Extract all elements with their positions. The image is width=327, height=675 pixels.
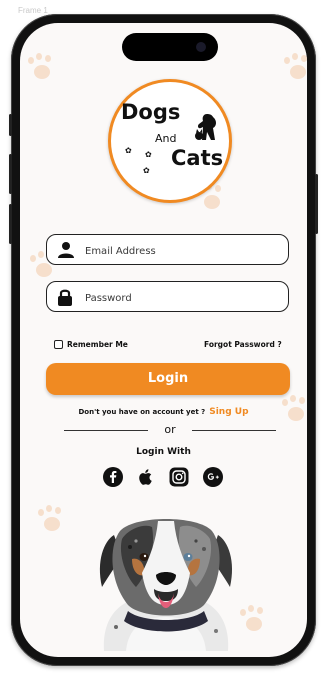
apple-icon[interactable] [136,467,156,487]
email-field[interactable] [46,234,289,265]
remember-me-control[interactable]: Remember Me [54,340,128,349]
side-button [9,154,12,194]
google-plus-icon[interactable] [203,467,223,487]
side-button [9,204,12,244]
remember-me-label: Remember Me [67,340,128,349]
instagram-icon[interactable] [169,467,189,487]
paw-print-icon: ✿ [125,146,132,155]
no-account-text: Don't you have on account yet ? [78,408,206,416]
divider-line [192,430,276,431]
password-field[interactable] [46,281,289,312]
login-with-label: Login With [136,447,191,457]
no-account-row: Don't you have on account yet ? Sing Up [20,407,307,417]
frame-label: Frame 1 [18,6,48,15]
paw-print-icon: ✿ [145,150,152,159]
phone-frame: Dogs And Cats ✿ ✿ ✿ Email Address Rememb… [9,14,318,666]
camera-icon [196,42,206,52]
dog-cat-silhouette-icon [195,114,216,140]
paw-print-icon [282,53,307,83]
logo-cats-text: Cats [171,146,224,170]
person-icon [58,242,74,258]
email-input[interactable] [83,239,282,263]
lock-icon [58,289,72,306]
app-logo: Dogs And Cats ✿ ✿ ✿ [108,79,232,203]
side-button [9,114,12,136]
paw-print-icon [36,505,66,535]
paw-print-icon: ✿ [143,166,150,175]
forgot-password-link[interactable]: Forgot Password ? [204,340,282,349]
paw-print-icon [26,53,56,83]
sign-up-link[interactable]: Sing Up [209,407,248,417]
remember-me-checkbox[interactable] [54,340,63,349]
side-button [315,174,318,234]
password-input[interactable] [83,286,282,310]
app-screen: Dogs And Cats ✿ ✿ ✿ Email Address Rememb… [20,23,307,657]
or-divider: or [64,423,276,437]
dog-photo [99,519,233,651]
dynamic-island [122,33,218,61]
logo-dogs-text: Dogs [121,100,181,124]
facebook-icon[interactable] [103,467,123,487]
login-button[interactable]: Login [46,363,290,395]
logo-and-text: And [155,132,177,145]
